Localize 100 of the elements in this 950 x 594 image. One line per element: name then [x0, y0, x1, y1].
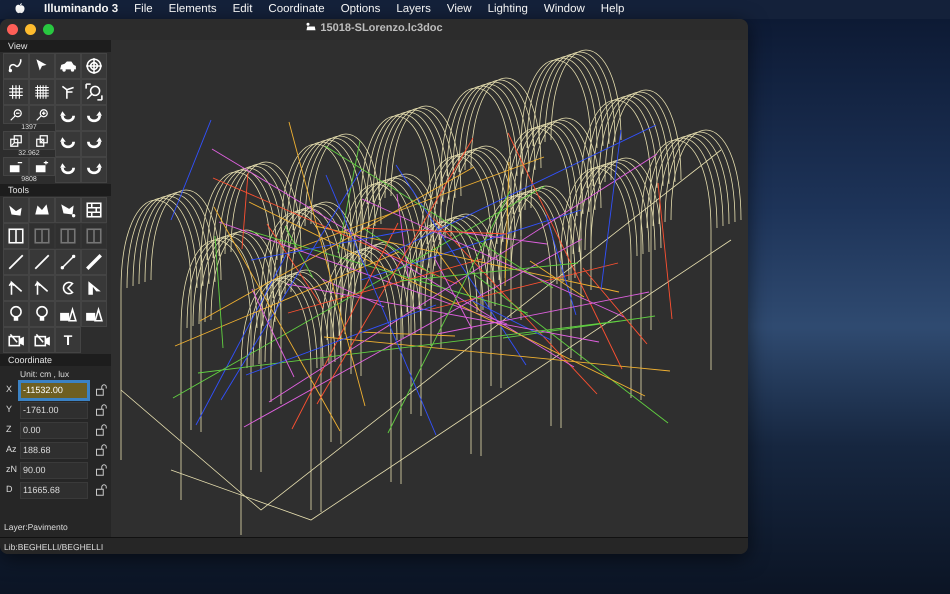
unlocked-icon[interactable] — [95, 464, 107, 476]
tool-button[interactable] — [3, 197, 29, 223]
tool-button[interactable] — [3, 327, 29, 353]
tool-button[interactable] — [55, 79, 81, 105]
field-label: X — [5, 383, 14, 396]
brick-wall-icon — [85, 201, 103, 219]
menu-item[interactable]: File — [126, 0, 161, 18]
tool-button[interactable] — [81, 249, 107, 275]
tool-button[interactable] — [81, 79, 107, 105]
tool-button[interactable] — [3, 157, 29, 176]
menu-item[interactable]: Edit — [224, 0, 260, 18]
coordinate-field[interactable]: -11532.00 — [20, 382, 88, 398]
dimension-icon — [59, 253, 77, 271]
window-icon — [85, 227, 103, 245]
light-bulb-icon — [33, 305, 51, 323]
tool-button[interactable] — [29, 131, 55, 150]
field-label: D — [5, 483, 14, 496]
tool-button[interactable] — [3, 301, 29, 327]
unlocked-icon[interactable] — [95, 484, 107, 496]
field-label: Az — [5, 443, 18, 456]
copy-enlarge-icon — [33, 134, 51, 148]
tool-button[interactable] — [55, 105, 81, 131]
unlocked-icon[interactable] — [95, 424, 107, 436]
tool-button[interactable] — [81, 105, 107, 131]
window-icon — [7, 227, 25, 245]
tool-button[interactable] — [29, 249, 55, 275]
zoom-button[interactable] — [43, 24, 54, 35]
projector-icon — [7, 331, 25, 349]
menu-item[interactable]: Elements — [160, 0, 225, 18]
angle-arrow-icon — [7, 279, 25, 297]
menu-item[interactable]: View — [438, 0, 480, 18]
tool-button[interactable] — [81, 53, 107, 79]
tool-button[interactable] — [29, 275, 55, 301]
menu-item[interactable]: Options — [332, 0, 388, 18]
tool-button[interactable] — [81, 275, 107, 301]
window-icon — [59, 227, 77, 245]
tool-button[interactable] — [3, 105, 29, 124]
luminaire-icon — [85, 305, 103, 323]
tool-button[interactable] — [29, 157, 55, 176]
tool-button[interactable] — [29, 327, 55, 353]
tool-button[interactable] — [3, 249, 29, 275]
coordinate-field[interactable]: 90.00 — [20, 462, 88, 478]
tool-button[interactable] — [3, 275, 29, 301]
coordinate-field[interactable]: 11665.68 — [20, 482, 88, 498]
field-label: Y — [5, 403, 14, 416]
apple-icon — [14, 2, 26, 16]
tool-button[interactable] — [81, 131, 107, 157]
coordinate-field[interactable]: -1761.00 — [20, 402, 88, 418]
branch-icon — [59, 83, 77, 101]
tool-button[interactable] — [3, 79, 29, 105]
tool-button[interactable] — [29, 79, 55, 105]
unlocked-icon[interactable] — [95, 404, 107, 416]
tool-button[interactable] — [3, 53, 29, 79]
tool-button[interactable] — [3, 223, 29, 249]
layer-label: Layer:Pavimento — [3, 521, 69, 534]
field-label: zN — [5, 463, 18, 476]
menu-item[interactable]: Lighting — [480, 0, 536, 18]
field-label: Z — [5, 423, 12, 436]
text-tool-button[interactable]: T — [55, 327, 81, 353]
grid-icon — [7, 83, 25, 101]
luminaire-icon — [59, 305, 77, 323]
tool-button[interactable] — [55, 197, 81, 223]
thick-line-icon — [85, 253, 103, 271]
tool-button[interactable] — [29, 53, 55, 79]
minimize-button[interactable] — [25, 24, 36, 35]
unlocked-icon[interactable] — [95, 384, 107, 396]
menu-item[interactable]: Layers — [388, 0, 439, 18]
unit-label: Unit: cm , lux — [19, 368, 70, 380]
light-bulb-icon — [7, 305, 25, 323]
tool-button[interactable] — [55, 131, 81, 157]
tool-button[interactable] — [81, 157, 107, 183]
coordinate-field[interactable]: 0.00 — [20, 422, 88, 438]
tool-button[interactable] — [55, 53, 81, 79]
tool-button[interactable] — [29, 301, 55, 327]
tool-button[interactable] — [3, 131, 29, 150]
projector-icon — [33, 331, 51, 349]
window-icon — [33, 227, 51, 245]
target-icon — [85, 57, 103, 75]
dense-grid-icon — [33, 83, 51, 101]
window-title: 15018-SLorenzo.lc3doc — [320, 20, 443, 36]
tool-button[interactable] — [81, 301, 107, 327]
menu-item[interactable]: Coordinate — [260, 0, 333, 18]
unlocked-icon[interactable] — [95, 444, 107, 456]
menu-item[interactable]: Help — [592, 0, 632, 18]
coordinate-field[interactable]: 188.68 — [20, 442, 88, 458]
tool-button[interactable] — [29, 105, 55, 124]
tool-button[interactable] — [29, 197, 55, 223]
line-icon — [7, 253, 25, 271]
tool-button[interactable] — [55, 275, 81, 301]
close-button[interactable] — [7, 24, 18, 35]
section-header: Tools — [0, 184, 111, 196]
line-icon — [33, 253, 51, 271]
tool-button[interactable] — [55, 157, 81, 183]
tool-button[interactable] — [55, 249, 81, 275]
angle-arrow-icon — [33, 279, 51, 297]
tool-button[interactable] — [81, 197, 107, 223]
app-menu[interactable]: Illuminando 3 — [36, 0, 126, 18]
menu-item[interactable]: Window — [536, 0, 593, 18]
tool-button[interactable] — [55, 301, 81, 327]
copy-shrink-icon — [7, 134, 25, 148]
